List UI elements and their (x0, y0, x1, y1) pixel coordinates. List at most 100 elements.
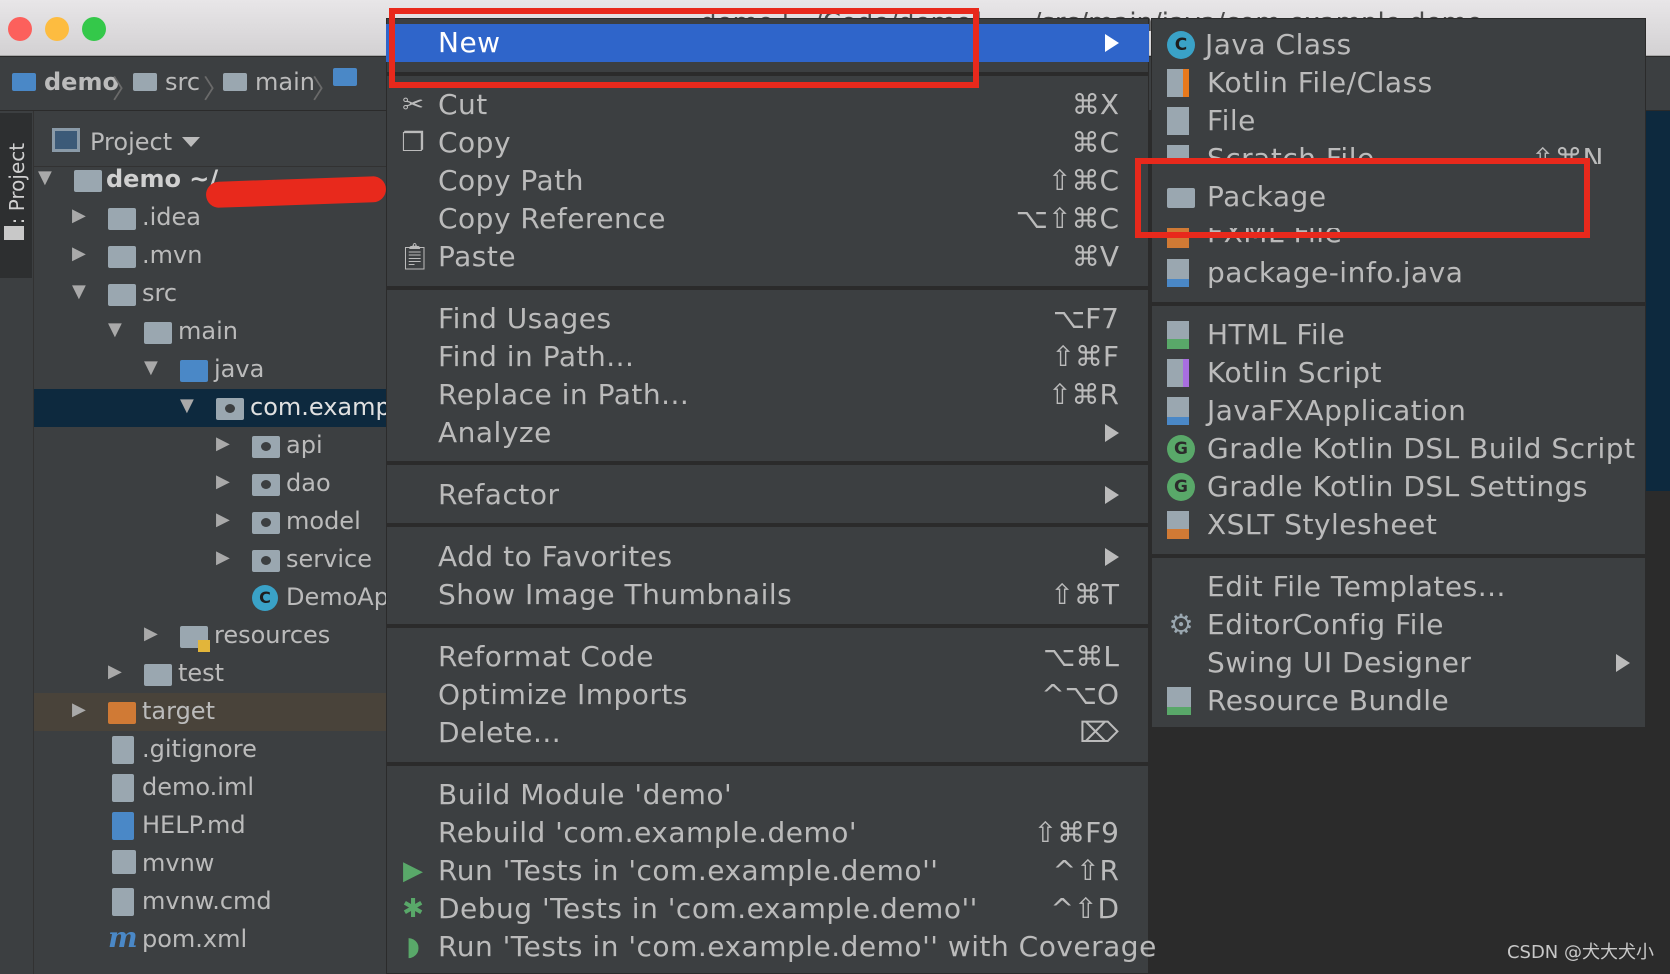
tree-label: test (178, 659, 225, 687)
annotation-box-new (389, 8, 979, 88)
breadcrumb-item-java[interactable] (333, 68, 365, 86)
submenu-item-xslt-stylesheet[interactable]: XSLT Stylesheet (1151, 506, 1646, 544)
tree-label: HELP.md (142, 811, 246, 839)
submenu-item-file[interactable]: File (1151, 102, 1646, 140)
package-icon (252, 550, 280, 572)
menu-item-copy-reference[interactable]: Copy Reference ⌥⇧⌘C (386, 200, 1149, 238)
collapsed-arrow-icon[interactable]: ▶ (216, 433, 230, 454)
submenu-item-gradle-build-script[interactable]: G Gradle Kotlin DSL Build Script (1151, 430, 1646, 468)
scissors-icon: ✂ (402, 90, 424, 120)
expanded-arrow-icon[interactable]: ▼ (38, 167, 52, 188)
excluded-folder-icon (108, 702, 136, 724)
tree-row-model[interactable]: ▶ model (34, 503, 386, 541)
folder-icon (108, 208, 136, 230)
submenu-item-html-file[interactable]: HTML File (1151, 316, 1646, 354)
submenu-item-javafx-application[interactable]: JavaFXApplication (1151, 392, 1646, 430)
menu-item-copy-path[interactable]: Copy Path ⇧⌘C (386, 162, 1149, 200)
submenu-item-gradle-settings[interactable]: G Gradle Kotlin DSL Settings (1151, 468, 1646, 506)
menu-item-reformat-code[interactable]: Reformat Code ⌥⌘L (386, 638, 1149, 676)
menu-item-rebuild[interactable]: Rebuild 'com.example.demo' ⇧⌘F9 (386, 814, 1149, 852)
collapsed-arrow-icon[interactable]: ▶ (216, 547, 230, 568)
collapsed-arrow-icon[interactable]: ▶ (72, 699, 86, 720)
expanded-arrow-icon[interactable]: ▼ (108, 319, 122, 340)
tree-row-java[interactable]: ▼ java (34, 351, 386, 389)
menu-item-replace-in-path[interactable]: Replace in Path... ⇧⌘R (386, 376, 1149, 414)
tree-row-api[interactable]: ▶ api (34, 427, 386, 465)
tree-row-demo-application[interactable]: C DemoAp (34, 579, 389, 617)
menu-item-find-usages[interactable]: Find Usages ⌥F7 (386, 300, 1149, 338)
zoom-window-button[interactable] (82, 17, 106, 41)
gradle-icon: G (1167, 473, 1195, 501)
menu-item-analyze[interactable]: Analyze (386, 414, 1149, 452)
submenu-item-kotlin-file[interactable]: Kotlin File/Class (1151, 64, 1646, 102)
submenu-item-edit-file-templates[interactable]: Edit File Templates... (1151, 568, 1646, 606)
collapsed-arrow-icon[interactable]: ▶ (108, 661, 122, 682)
tree-label: pom.xml (142, 925, 248, 953)
close-window-button[interactable] (8, 17, 32, 41)
tree-row-mvnw[interactable]: mvnw (34, 845, 386, 883)
java-file-icon (1167, 259, 1189, 287)
tree-row-main[interactable]: ▼ main (34, 313, 386, 351)
submenu-item-java-class[interactable]: C Java Class (1151, 26, 1646, 64)
annotation-box-package (1135, 158, 1590, 238)
tree-row-pom-xml[interactable]: m pom.xml (34, 921, 386, 959)
submenu-item-resource-bundle[interactable]: Resource Bundle (1151, 682, 1646, 720)
tree-row-test[interactable]: ▶ test (34, 655, 386, 693)
collapsed-arrow-icon[interactable]: ▶ (144, 623, 158, 644)
submenu-item-editorconfig[interactable]: ⚙ EditorConfig File (1151, 606, 1646, 644)
minimize-window-button[interactable] (45, 17, 69, 41)
tree-row-target[interactable]: ▶ target (34, 693, 386, 731)
html-file-icon (1167, 321, 1189, 349)
breadcrumb-item-demo[interactable]: demo (12, 68, 119, 96)
menu-item-delete[interactable]: Delete... ⌦ (386, 714, 1149, 752)
tree-label: resources (214, 621, 331, 649)
coverage-icon: ◗ (406, 932, 420, 962)
tree-row-idea[interactable]: ▶ .idea (34, 199, 386, 237)
expanded-arrow-icon[interactable]: ▼ (72, 281, 86, 302)
menu-item-run-with-coverage[interactable]: ◗ Run 'Tests in 'com.example.demo'' with… (386, 928, 1156, 966)
run-icon: ▶ (403, 856, 423, 886)
menu-separator (386, 286, 1149, 290)
tree-row-com-example[interactable]: ▼ com.examp (34, 389, 391, 427)
breadcrumb-item-main[interactable]: main (223, 68, 315, 96)
menu-item-show-image-thumbnails[interactable]: Show Image Thumbnails ⇧⌘T (386, 576, 1149, 614)
menu-item-add-to-favorites[interactable]: Add to Favorites (386, 538, 1149, 576)
collapsed-arrow-icon[interactable]: ▶ (72, 243, 86, 264)
menu-item-optimize-imports[interactable]: Optimize Imports ^⌥O (386, 676, 1149, 714)
breadcrumb-item-src[interactable]: src (133, 68, 200, 96)
tree-row-service[interactable]: ▶ service (34, 541, 386, 579)
collapsed-arrow-icon[interactable]: ▶ (72, 205, 86, 226)
folder-icon (223, 73, 247, 91)
menu-item-find-in-path[interactable]: Find in Path... ⇧⌘F (386, 338, 1149, 376)
tree-row-demo-iml[interactable]: demo.iml (34, 769, 386, 807)
chevron-down-icon[interactable] (182, 137, 200, 147)
tree-row-help-md[interactable]: HELP.md (34, 807, 386, 845)
tree-row-src[interactable]: ▼ src (34, 275, 386, 313)
menu-item-build-module[interactable]: Build Module 'demo' (386, 776, 1149, 814)
gradle-icon: G (1167, 435, 1195, 463)
tree-row-mvnw-cmd[interactable]: mvnw.cmd (34, 883, 386, 921)
submenu-item-kotlin-script[interactable]: Kotlin Script (1151, 354, 1646, 392)
menu-item-paste[interactable]: 📋︎ Paste ⌘V (386, 238, 1149, 276)
package-icon (252, 512, 280, 534)
collapsed-arrow-icon[interactable]: ▶ (216, 509, 230, 530)
menu-item-run-tests[interactable]: ▶ Run 'Tests in 'com.example.demo'' ^⇧R (386, 852, 1149, 890)
tree-label: com.examp (250, 393, 391, 421)
menu-item-debug-tests[interactable]: ✱ Debug 'Tests in 'com.example.demo'' ^⇧… (386, 890, 1149, 928)
tree-label: demo.iml (142, 773, 254, 801)
menu-item-cut[interactable]: ✂ Cut ⌘X (386, 86, 1149, 124)
menu-item-refactor[interactable]: Refactor (386, 476, 1149, 514)
gitignore-file-icon (112, 736, 134, 764)
expanded-arrow-icon[interactable]: ▼ (180, 395, 194, 416)
tree-label: target (142, 697, 215, 725)
collapsed-arrow-icon[interactable]: ▶ (216, 471, 230, 492)
tree-row-gitignore[interactable]: .gitignore (34, 731, 386, 769)
tree-row-mvn[interactable]: ▶ .mvn (34, 237, 386, 275)
menu-item-copy[interactable]: ❐ Copy ⌘C (386, 124, 1149, 162)
tree-row-dao[interactable]: ▶ dao (34, 465, 386, 503)
tree-row-resources[interactable]: ▶ resources (34, 617, 386, 655)
submenu-item-swing-ui-designer[interactable]: Swing UI Designer (1151, 644, 1646, 682)
submenu-item-package-info[interactable]: package-info.java (1151, 254, 1646, 292)
expanded-arrow-icon[interactable]: ▼ (144, 357, 158, 378)
project-panel-title[interactable]: Project (90, 128, 172, 156)
